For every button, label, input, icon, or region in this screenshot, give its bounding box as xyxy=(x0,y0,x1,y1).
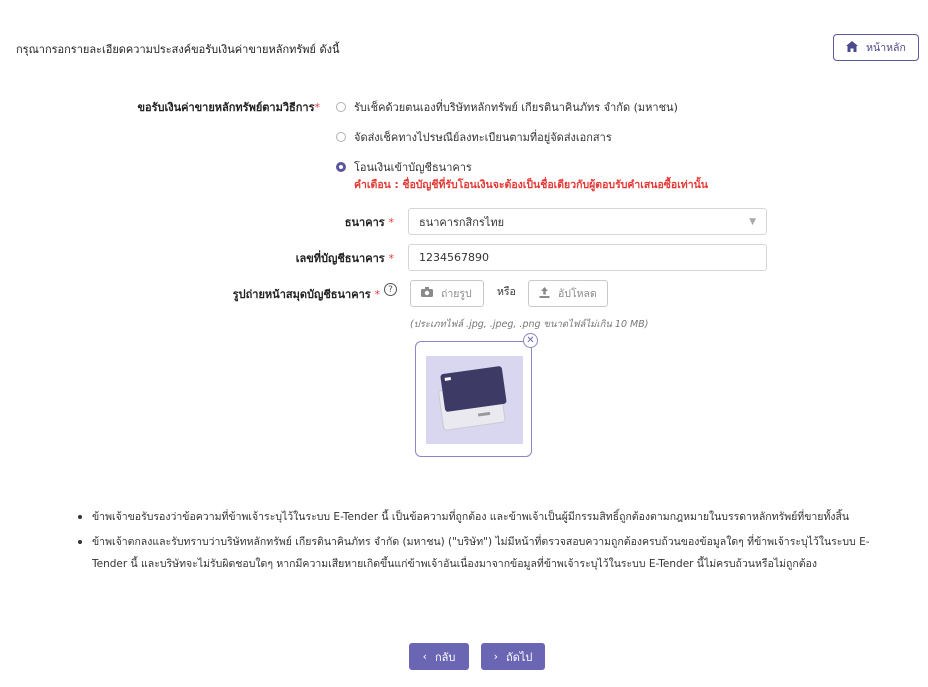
upload-button[interactable]: อัปโหลด xyxy=(528,280,608,307)
option-bank-transfer[interactable]: โอนเงินเข้าบัญชีธนาคาร xyxy=(336,158,472,176)
camera-icon xyxy=(421,287,433,300)
photo-label: รูปถ่ายหน้าสมุดบัญชีธนาคาร * xyxy=(232,288,380,301)
bank-label: ธนาคาร * xyxy=(344,216,394,229)
radio-button-selected[interactable] xyxy=(336,162,346,172)
bankbook-preview-image xyxy=(415,341,532,457)
radio-button[interactable] xyxy=(336,132,346,142)
account-number-input[interactable]: 1234567890 xyxy=(408,244,767,271)
term-text: ข้าพเจ้าขอรับรองว่าข้อความที่ข้าพเจ้าระบ… xyxy=(92,511,850,523)
term-text: ข้าพเจ้าตกลงและรับทราบว่าบริษัทหลักทรัพย… xyxy=(92,536,870,570)
upload-icon xyxy=(539,286,550,301)
next-label: ถัดไป xyxy=(506,650,533,664)
back-button[interactable]: ‹ กลับ xyxy=(409,643,469,670)
next-button[interactable]: › ถัดไป xyxy=(481,643,545,670)
help-icon[interactable]: ? xyxy=(384,283,397,296)
option-mail-cheque[interactable]: จัดส่งเช็คทางไปรษณีย์ลงทะเบียนตามที่อยู่… xyxy=(336,128,612,146)
home-label: หน้าหลัก xyxy=(866,42,906,54)
file-hint: (ประเภทไฟล์ .jpg, .jpeg, .png ขนาดไฟล์ไม… xyxy=(410,319,649,330)
home-icon xyxy=(846,40,859,55)
back-label: กลับ xyxy=(435,650,456,664)
account-number-value: 1234567890 xyxy=(419,251,489,264)
terms-list: ข้าพเจ้าขอรับรองว่าข้อความที่ข้าพเจ้าระบ… xyxy=(78,506,888,578)
home-button[interactable]: หน้าหลัก xyxy=(833,34,919,61)
list-item: ข้าพเจ้าตกลงและรับทราบว่าบริษัทหลักทรัพย… xyxy=(78,531,888,575)
list-item: ข้าพเจ้าขอรับรองว่าข้อความที่ข้าพเจ้าระบ… xyxy=(78,506,888,528)
bank-value: ธนาคารกสิกรไทย xyxy=(419,215,505,229)
chevron-left-icon: ‹ xyxy=(422,650,427,663)
account-label: เลขที่บัญชีธนาคาร * xyxy=(295,252,394,265)
chevron-right-icon: › xyxy=(493,650,499,663)
chevron-down-icon: ▼ xyxy=(749,217,756,227)
radio-button[interactable] xyxy=(336,102,346,112)
method-label: ขอรับเงินค่าขายหลักทรัพย์ตามวิธีการ* xyxy=(137,101,320,114)
option-pickup-cheque[interactable]: รับเช็คด้วยตนเองที่บริษัทหลักทรัพย์ เกีย… xyxy=(336,98,678,116)
option-label: จัดส่งเช็คทางไปรษณีย์ลงทะเบียนตามที่อยู่… xyxy=(354,131,612,144)
bank-select[interactable]: ธนาคารกสิกรไทย ▼ xyxy=(408,208,767,235)
or-text: หรือ xyxy=(497,286,516,298)
camera-label: ถ่ายรูป xyxy=(441,288,472,300)
camera-button[interactable]: ถ่ายรูป xyxy=(410,280,484,307)
warning-text: คำเตือน : ชื่อบัญชีที่รับโอนเงินจะต้องเป… xyxy=(354,179,708,191)
option-label: โอนเงินเข้าบัญชีธนาคาร xyxy=(354,161,472,174)
option-label: รับเช็คด้วยตนเองที่บริษัทหลักทรัพย์ เกีย… xyxy=(354,101,678,114)
remove-image-icon[interactable]: ✕ xyxy=(523,333,538,348)
page-instruction: กรุณากรอกรายละเอียดความประสงค์ขอรับเงินค… xyxy=(16,43,340,56)
upload-label: อัปโหลด xyxy=(558,288,597,300)
